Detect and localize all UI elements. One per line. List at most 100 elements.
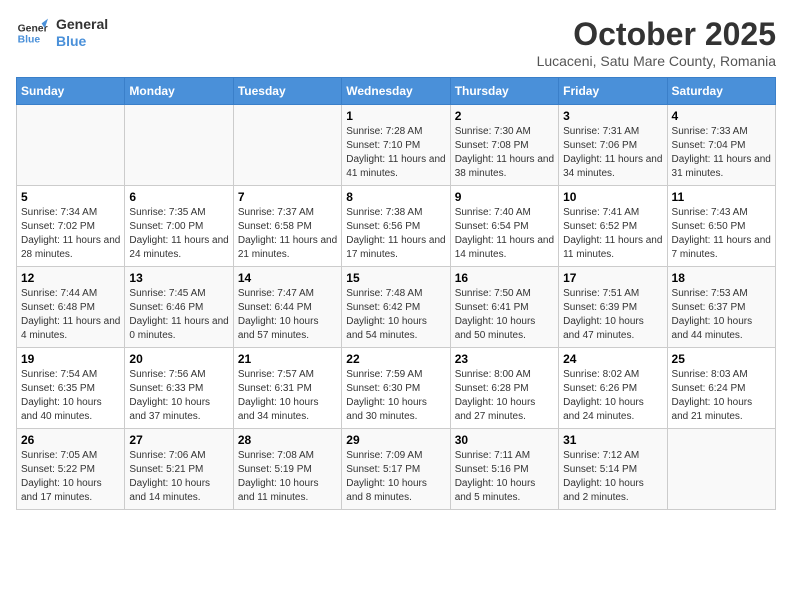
day-info: Sunrise: 7:54 AM Sunset: 6:35 PM Dayligh… [21,368,120,424]
day-info: Sunrise: 7:34 AM Sunset: 7:02 PM Dayligh… [21,206,120,262]
weekday-header-wednesday: Wednesday [342,78,450,105]
day-info: Sunrise: 7:41 AM Sunset: 6:52 PM Dayligh… [563,206,662,262]
calendar-day: 25 Sunrise: 8:03 AM Sunset: 6:24 PM Dayli… [667,348,775,429]
location: Lucaceni, Satu Mare County, Romania [537,53,776,69]
calendar-day: 3 Sunrise: 7:31 AM Sunset: 7:06 PM Daylig… [559,105,667,186]
weekday-header-tuesday: Tuesday [233,78,341,105]
calendar-day: 11Sunrise: 7:43 AM Sunset: 6:50 PM Dayli… [667,186,775,267]
calendar-day: 6Sunrise: 7:35 AM Sunset: 7:00 PM Daylig… [125,186,233,267]
day-number: 16 [455,271,554,285]
calendar-day: 27Sunrise: 7:06 AM Sunset: 5:21 PM Dayli… [125,429,233,510]
calendar-day: 26 Sunrise: 7:05 AM Sunset: 5:22 PM Dayli… [17,429,125,510]
weekday-header-thursday: Thursday [450,78,558,105]
day-number: 27 [129,433,228,447]
day-number: 1 [346,109,445,123]
weekday-header-saturday: Saturday [667,78,775,105]
day-number: 28 [238,433,337,447]
day-number: 25 [672,352,771,366]
day-number: 2 [455,109,554,123]
day-info: Sunrise: 7:53 AM Sunset: 6:37 PM Dayligh… [672,287,771,343]
day-info: Sunrise: 7:43 AM Sunset: 6:50 PM Dayligh… [672,206,771,262]
calendar-day: 16 Sunrise: 7:50 AM Sunset: 6:41 PM Dayli… [450,267,558,348]
day-info: Sunrise: 7:56 AM Sunset: 6:33 PM Dayligh… [129,368,228,424]
calendar-day: 10 Sunrise: 7:41 AM Sunset: 6:52 PM Dayli… [559,186,667,267]
day-number: 12 [21,271,120,285]
calendar-day: 18 Sunrise: 7:53 AM Sunset: 6:37 PM Dayli… [667,267,775,348]
day-info: Sunrise: 7:12 AM Sunset: 5:14 PM Dayligh… [563,449,662,505]
calendar-week-1: 1 Sunrise: 7:28 AM Sunset: 7:10 PM Daylig… [17,105,776,186]
weekday-header-sunday: Sunday [17,78,125,105]
day-number: 24 [563,352,662,366]
day-number: 13 [129,271,228,285]
day-number: 15 [346,271,445,285]
day-number: 23 [455,352,554,366]
calendar-day: 20 Sunrise: 7:56 AM Sunset: 6:33 PM Dayli… [125,348,233,429]
day-info: Sunrise: 7:09 AM Sunset: 5:17 PM Dayligh… [346,449,445,505]
day-number: 9 [455,190,554,204]
day-number: 7 [238,190,337,204]
day-number: 10 [563,190,662,204]
day-info: Sunrise: 7:28 AM Sunset: 7:10 PM Dayligh… [346,125,445,181]
day-number: 31 [563,433,662,447]
day-number: 19 [21,352,120,366]
day-info: Sunrise: 7:11 AM Sunset: 5:16 PM Dayligh… [455,449,554,505]
day-info: Sunrise: 7:59 AM Sunset: 6:30 PM Dayligh… [346,368,445,424]
day-info: Sunrise: 8:00 AM Sunset: 6:28 PM Dayligh… [455,368,554,424]
day-number: 3 [563,109,662,123]
day-number: 17 [563,271,662,285]
day-number: 8 [346,190,445,204]
day-number: 26 [21,433,120,447]
day-number: 30 [455,433,554,447]
calendar-day [233,105,341,186]
day-info: Sunrise: 7:37 AM Sunset: 6:58 PM Dayligh… [238,206,337,262]
day-info: Sunrise: 7:40 AM Sunset: 6:54 PM Dayligh… [455,206,554,262]
logo: General Blue General Blue [16,16,108,50]
calendar-day: 30 Sunrise: 7:11 AM Sunset: 5:16 PM Dayli… [450,429,558,510]
calendar-day [125,105,233,186]
calendar-day: 29 Sunrise: 7:09 AM Sunset: 5:17 PM Dayli… [342,429,450,510]
day-info: Sunrise: 7:44 AM Sunset: 6:48 PM Dayligh… [21,287,120,343]
calendar-day: 4 Sunrise: 7:33 AM Sunset: 7:04 PM Daylig… [667,105,775,186]
day-info: Sunrise: 7:35 AM Sunset: 7:00 PM Dayligh… [129,206,228,262]
logo-general: General [56,16,108,33]
calendar-week-3: 12 Sunrise: 7:44 AM Sunset: 6:48 PM Dayli… [17,267,776,348]
day-number: 14 [238,271,337,285]
day-info: Sunrise: 7:05 AM Sunset: 5:22 PM Dayligh… [21,449,120,505]
calendar-day: 19 Sunrise: 7:54 AM Sunset: 6:35 PM Dayli… [17,348,125,429]
day-number: 5 [21,190,120,204]
day-info: Sunrise: 7:51 AM Sunset: 6:39 PM Dayligh… [563,287,662,343]
calendar-table: SundayMondayTuesdayWednesdayThursdayFrid… [16,77,776,510]
day-info: Sunrise: 7:38 AM Sunset: 6:56 PM Dayligh… [346,206,445,262]
weekday-header-friday: Friday [559,78,667,105]
day-info: Sunrise: 7:57 AM Sunset: 6:31 PM Dayligh… [238,368,337,424]
calendar-week-5: 26 Sunrise: 7:05 AM Sunset: 5:22 PM Dayli… [17,429,776,510]
calendar-day: 15 Sunrise: 7:48 AM Sunset: 6:42 PM Dayli… [342,267,450,348]
calendar-day: 21 Sunrise: 7:57 AM Sunset: 6:31 PM Dayli… [233,348,341,429]
calendar-day: 17 Sunrise: 7:51 AM Sunset: 6:39 PM Dayli… [559,267,667,348]
day-number: 21 [238,352,337,366]
calendar-day: 9 Sunrise: 7:40 AM Sunset: 6:54 PM Daylig… [450,186,558,267]
calendar-week-2: 5 Sunrise: 7:34 AM Sunset: 7:02 PM Daylig… [17,186,776,267]
day-number: 29 [346,433,445,447]
day-info: Sunrise: 7:33 AM Sunset: 7:04 PM Dayligh… [672,125,771,181]
logo-icon: General Blue [16,17,48,49]
day-info: Sunrise: 7:50 AM Sunset: 6:41 PM Dayligh… [455,287,554,343]
calendar-day: 24Sunrise: 8:02 AM Sunset: 6:26 PM Dayli… [559,348,667,429]
day-number: 22 [346,352,445,366]
calendar-day [667,429,775,510]
calendar-day: 1 Sunrise: 7:28 AM Sunset: 7:10 PM Daylig… [342,105,450,186]
calendar-day: 2Sunrise: 7:30 AM Sunset: 7:08 PM Daylig… [450,105,558,186]
day-info: Sunrise: 8:03 AM Sunset: 6:24 PM Dayligh… [672,368,771,424]
calendar-day: 7 Sunrise: 7:37 AM Sunset: 6:58 PM Daylig… [233,186,341,267]
calendar-day: 23 Sunrise: 8:00 AM Sunset: 6:28 PM Dayli… [450,348,558,429]
weekday-header-monday: Monday [125,78,233,105]
day-info: Sunrise: 7:48 AM Sunset: 6:42 PM Dayligh… [346,287,445,343]
calendar-day: 28Sunrise: 7:08 AM Sunset: 5:19 PM Dayli… [233,429,341,510]
month-title: October 2025 [537,16,776,53]
day-number: 18 [672,271,771,285]
day-number: 20 [129,352,228,366]
calendar-day: 31 Sunrise: 7:12 AM Sunset: 5:14 PM Dayli… [559,429,667,510]
page-header: General Blue General Blue October 2025 L… [16,16,776,69]
day-number: 4 [672,109,771,123]
day-info: Sunrise: 7:31 AM Sunset: 7:06 PM Dayligh… [563,125,662,181]
